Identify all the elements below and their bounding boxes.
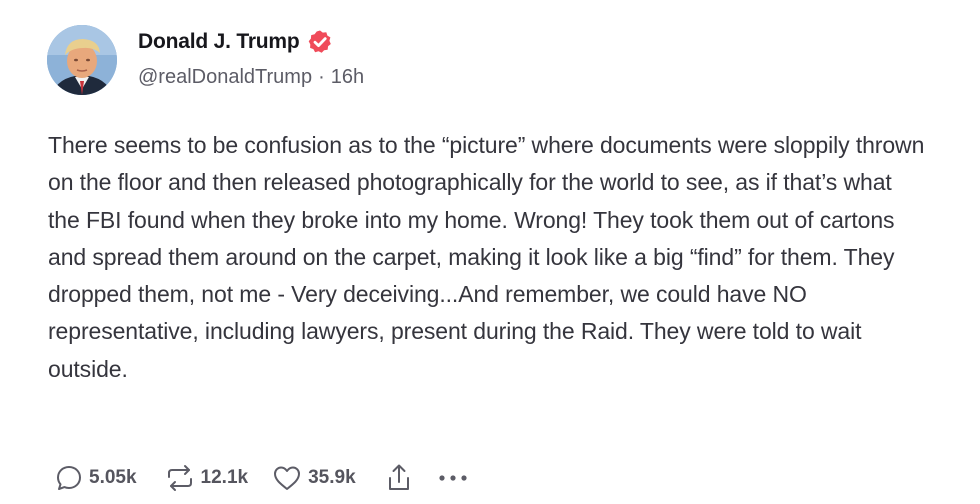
more-icon: [436, 464, 470, 492]
share-icon: [386, 463, 412, 493]
post-actions: 5.05k 12.1k 35.9k: [55, 460, 470, 496]
more-options-button[interactable]: [436, 464, 470, 492]
like-count: 35.9k: [308, 467, 356, 488]
author-meta-row: @realDonaldTrump · 16h: [138, 66, 364, 89]
share-button[interactable]: [386, 463, 412, 493]
retruth-icon: [165, 464, 195, 492]
heart-icon: [272, 464, 302, 492]
verified-badge-icon: [307, 29, 333, 55]
reply-count: 5.05k: [89, 467, 137, 488]
avatar-image: [47, 25, 117, 95]
post-body: There seems to be confusion as to the “p…: [48, 132, 925, 382]
like-button[interactable]: 35.9k: [272, 464, 356, 492]
post-timestamp[interactable]: 16h: [331, 66, 364, 89]
author-name-row: Donald J. Trump: [138, 28, 333, 56]
author-handle[interactable]: @realDonaldTrump: [138, 66, 312, 89]
retruth-button[interactable]: 12.1k: [165, 464, 249, 492]
meta-separator: ·: [318, 66, 325, 88]
avatar[interactable]: [47, 25, 117, 95]
reply-button[interactable]: 5.05k: [55, 464, 137, 492]
reply-icon: [55, 464, 83, 492]
author-display-name[interactable]: Donald J. Trump: [138, 30, 300, 54]
post-card: Donald J. Trump @realDonaldTrump · 16h T…: [0, 0, 980, 504]
retruth-count: 12.1k: [200, 467, 249, 488]
